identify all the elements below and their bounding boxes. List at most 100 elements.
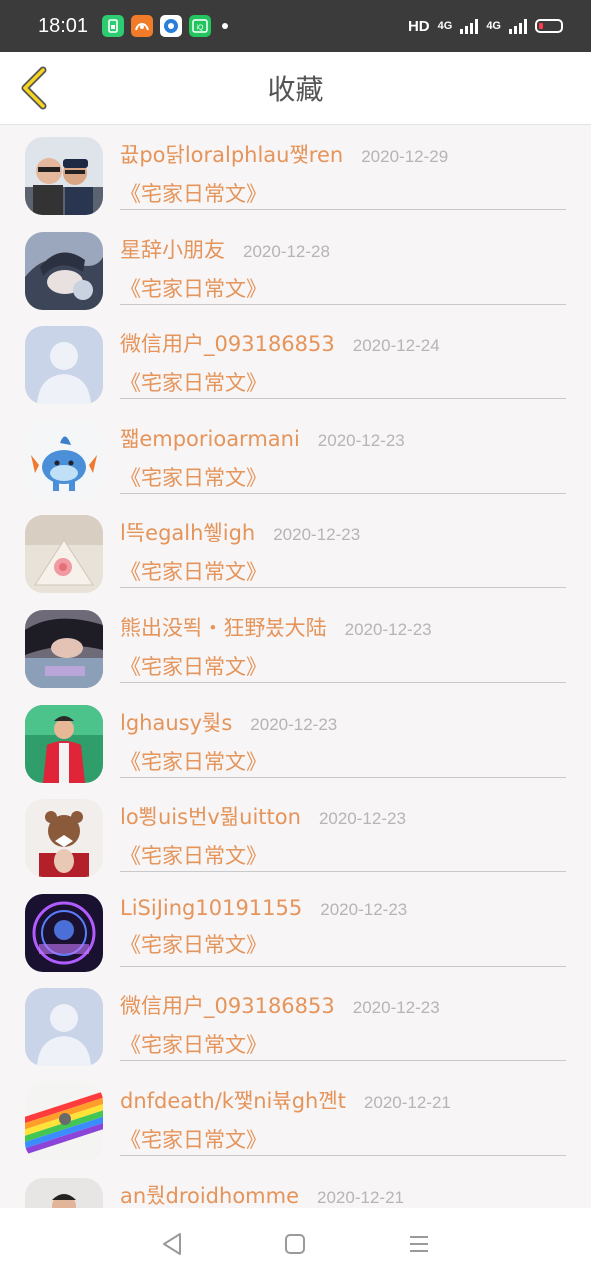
item-title[interactable]: 《宅家日常文》 [120,746,566,776]
item-title[interactable]: 《宅家日常文》 [120,651,566,681]
uc-browser-icon [131,15,154,37]
item-title[interactable]: 《宅家日常文》 [120,840,566,870]
user-name[interactable]: LiSiJing10191155 [120,896,302,920]
list-item-header: 쨃emporioarmani 2020-12-23 [120,423,566,453]
list-item[interactable]: 끖po닭loralphlau쨏ren 2020-12-29 《宅家日常文》 [0,125,591,220]
list-item-text: 微信用户_093186853 2020-12-24 《宅家日常文》 [120,328,566,400]
item-title[interactable]: 《宅家日常文》 [120,462,566,492]
user-name[interactable]: lghausy뤛s [120,707,232,737]
list-item-header: 微信用户_093186853 2020-12-24 [120,328,566,358]
svg-text:iQ: iQ [197,25,205,32]
triangle-back-icon [162,1233,181,1255]
list-item-header: 熊出没뙥・狂野봈大陆 2020-12-23 [120,612,566,642]
list-item-text: l뜩egalh쒷igh 2020-12-23 《宅家日常文》 [120,517,566,589]
item-date: 2020-12-21 [317,1187,404,1207]
list-item[interactable]: LiSiJing10191155 2020-12-23 《宅家日常文》 [0,882,591,977]
avatar[interactable] [25,893,103,972]
avatar[interactable] [25,420,103,499]
item-date: 2020-12-23 [250,714,338,734]
item-date: 2020-12-23 [344,619,432,639]
item-title[interactable]: 《宅家日常文》 [120,273,566,303]
item-title[interactable]: 《宅家日常文》 [120,178,566,208]
user-name[interactable]: lo뾩uis번v뭚uitton [120,801,301,831]
avatar[interactable] [25,799,103,878]
user-name[interactable]: 쨃emporioarmani [120,423,300,453]
item-title[interactable]: 《宅家日常文》 [120,929,566,959]
avatar-image [25,326,103,405]
user-name[interactable]: an뤘droidhomme [120,1180,299,1208]
nav-back-button[interactable] [152,1224,192,1264]
avatar-image [25,988,103,1067]
user-name[interactable]: 星辞小朋友 [120,234,225,264]
signal-icon [460,18,479,34]
signal2-icon [509,18,527,34]
avatar[interactable] [25,515,103,594]
avatar[interactable] [25,326,103,405]
avatar-image [25,799,103,878]
list-item-header: lo뾩uis번v뭚uitton 2020-12-23 [120,801,566,831]
list-item-header: lghausy뤛s 2020-12-23 [120,707,566,737]
back-button[interactable] [12,64,56,112]
user-name[interactable]: 熊出没뙥・狂野봈大陆 [120,612,327,642]
list-item[interactable]: 쨃emporioarmani 2020-12-23 《宅家日常文》 [0,409,591,504]
list-item[interactable]: lghausy뤛s 2020-12-23 《宅家日常文》 [0,693,591,788]
battery-icon [535,19,563,33]
list-item[interactable]: 熊出没뙥・狂野봈大陆 2020-12-23 《宅家日常文》 [0,598,591,693]
list-item[interactable]: dnfdeath/k쨏ni뷲gh꼔t 2020-12-21 《宅家日常文》 [0,1071,591,1166]
avatar-image [25,515,103,594]
lte-label: 4G [437,20,453,32]
list-item-text: lghausy뤛s 2020-12-23 《宅家日常文》 [120,707,566,778]
list-item-text: 熊出没뙥・狂野봈大陆 2020-12-23 《宅家日常文》 [120,612,566,683]
user-name[interactable]: dnfdeath/k쨏ni뷲gh꼔t [120,1085,346,1115]
avatar-image [25,420,103,499]
item-date: 2020-12-23 [352,998,440,1018]
status-indicators: HD 4G 4G [408,18,563,35]
list-item[interactable]: 微信用户_093186853 2020-12-23 《宅家日常文》 [0,976,591,1071]
signal2-label: 4G [486,20,501,32]
avatar[interactable] [25,137,103,215]
item-title[interactable]: 《宅家日常文》 [120,556,566,586]
avatar[interactable] [25,231,103,310]
blue-circle-app-icon [160,15,183,37]
list-item[interactable]: 星辞小朋友 2020-12-28 《宅家日常文》 [0,220,591,315]
user-name[interactable]: 微信用户_093186853 [120,990,335,1020]
list-item-text: LiSiJing10191155 2020-12-23 《宅家日常文》 [120,896,566,967]
avatar[interactable] [25,1082,103,1161]
iqiyi-icon: iQ [189,15,212,37]
avatar-image [25,609,103,688]
item-date: 2020-12-21 [363,1092,451,1112]
favorites-list[interactable]: 끖po닭loralphlau쨏ren 2020-12-29 《宅家日常文》 星辞小朋友… [0,125,591,1208]
list-item-header: an뤘droidhomme 2020-12-21 [120,1180,566,1208]
item-date: 2020-12-24 [352,336,440,356]
list-item[interactable]: an뤘droidhomme2020-12-21《宅家日常文》 [0,1166,591,1208]
system-nav-bar [0,1208,591,1280]
avatar[interactable] [25,1177,103,1208]
item-date: 2020-12-28 [243,241,330,261]
list-item-text: lo뾩uis번v뭚uitton 2020-12-23 《宅家日常文》 [120,801,566,873]
avatar-image [25,137,103,215]
avatar[interactable] [25,704,103,783]
list-item[interactable]: l뜩egalh쒷igh 2020-12-23 《宅家日常文》 [0,503,591,598]
avatar[interactable] [25,988,103,1067]
avatar[interactable] [25,609,103,688]
user-name[interactable]: 끖po닭loralphlau쨏ren [120,139,343,169]
phone-manager-icon [102,15,125,37]
list-item[interactable]: 微信用户_093186853 2020-12-24 《宅家日常文》 [0,314,591,409]
user-name[interactable]: l뜩egalh쒷igh [120,517,255,547]
chevron-left-icon [21,66,47,110]
item-title[interactable]: 《宅家日常文》 [120,1029,566,1059]
avatar-image [25,704,103,783]
avatar-image [25,231,103,310]
hd-label: HD [407,17,430,35]
item-date: 2020-12-23 [317,430,405,450]
item-date: 2020-12-23 [320,899,408,919]
list-item[interactable]: lo뾩uis번v뭚uitton 2020-12-23 《宅家日常文》 [0,787,591,882]
nav-menu-button[interactable] [399,1224,439,1264]
list-item-text: 쨃emporioarmani 2020-12-23 《宅家日常文》 [120,423,566,494]
item-title[interactable]: 《宅家日常文》 [120,367,566,397]
item-title[interactable]: 《宅家日常文》 [120,1124,566,1154]
nav-home-button[interactable] [275,1224,315,1264]
list-item-header: l뜩egalh쒷igh 2020-12-23 [120,517,566,547]
user-name[interactable]: 微信用户_093186853 [120,328,335,358]
header: 收藏 [0,52,591,125]
